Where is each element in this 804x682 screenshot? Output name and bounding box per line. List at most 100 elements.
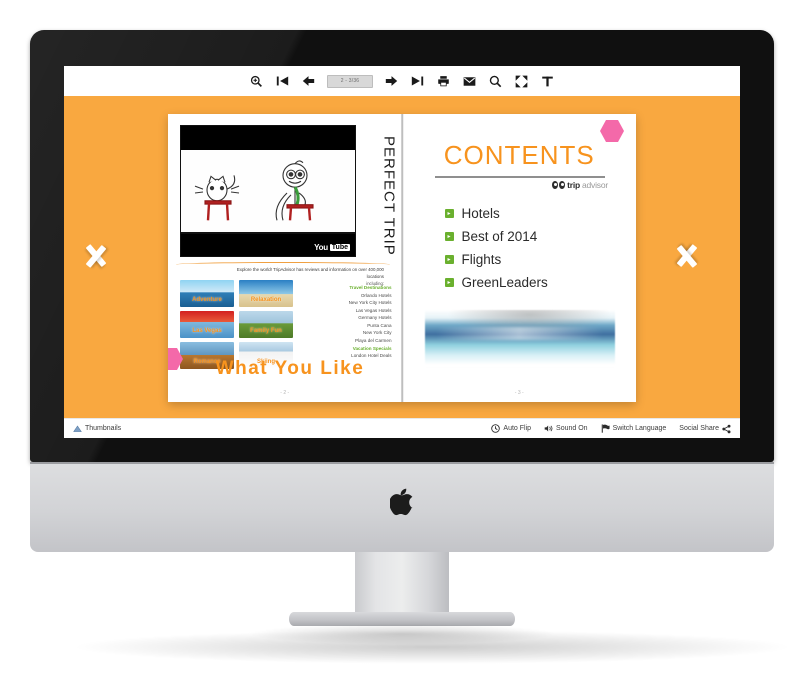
page-left[interactable]: You Tube PERFECT TRIP Explore the world!… (168, 114, 403, 402)
previous-page-arrow[interactable] (74, 223, 120, 291)
page-number-left: - 2 - (280, 390, 290, 396)
list-item[interactable]: Punta Cana (296, 322, 391, 330)
video-frame (181, 150, 355, 234)
youtube-logo-badge: Tube (329, 244, 350, 251)
previous-page-icon[interactable] (301, 74, 316, 89)
thumbnail-image[interactable]: Relaxation (239, 280, 293, 307)
owl-icon (552, 181, 566, 189)
page-right[interactable]: CONTENTS trip advisor ▸ Hotels ▸ Best of… (402, 114, 636, 402)
chevron-right-icon (676, 235, 719, 279)
print-icon[interactable] (436, 74, 451, 89)
auto-flip-label: Auto Flip (503, 425, 532, 432)
contents-item[interactable]: ▸ Flights (444, 252, 548, 267)
zoom-in-icon[interactable] (249, 74, 264, 89)
youtube-video-embed[interactable]: You Tube (180, 125, 356, 257)
title-divider (434, 176, 605, 178)
monitor-stand-neck (355, 552, 449, 612)
flipbook-statusbar: Thumbnails Auto Flip Sound On Switch Lan… (64, 418, 740, 438)
list-item[interactable]: Germany Hotels (296, 314, 391, 322)
cartoon-illustration (194, 160, 314, 221)
thumbnail-caption: Las Vegas (192, 328, 222, 334)
list-item[interactable]: New York City (296, 329, 392, 337)
contents-item-label: Hotels (461, 206, 500, 221)
bullet-square-icon: ▸ (444, 209, 454, 218)
tripadvisor-logo: trip advisor (552, 180, 608, 190)
contents-item-label: Flights (461, 252, 502, 267)
what-you-like-headline: What You Like (215, 358, 365, 379)
thumbnail-image[interactable]: Family Fun (239, 311, 293, 338)
social-share-button[interactable]: Social Share (679, 424, 731, 433)
list-item[interactable]: Las Vegas Hotels (296, 307, 392, 315)
list-item[interactable]: New York City Hotels (296, 299, 392, 307)
toolbar-icon-group: 2 - 3/36 (249, 74, 555, 89)
flag-icon (601, 424, 610, 433)
search-icon[interactable] (488, 74, 503, 89)
contents-item-label: Best of 2014 (461, 229, 538, 244)
brand-name-light: advisor (581, 180, 608, 190)
last-page-icon[interactable] (410, 74, 425, 89)
list-item[interactable]: Orlando Hotels (296, 292, 392, 300)
apple-logo-icon (389, 488, 414, 516)
page-number-right: - 3 - (514, 390, 524, 396)
youtube-logo-text: You (314, 243, 328, 252)
thumbnail-image[interactable]: Adventure (180, 280, 234, 307)
switch-language-button[interactable]: Switch Language (601, 424, 667, 433)
screenshot-root: 2 - 3/36 You Tube PERFECT TRIP Explore t… (0, 0, 804, 682)
bullet-square-icon: ▸ (444, 255, 454, 264)
stand-shadow (252, 624, 552, 644)
thumbnail-caption: Relaxation (250, 297, 282, 303)
thumbnails-button[interactable]: Thumbnails (73, 424, 121, 433)
fullscreen-icon[interactable] (514, 74, 529, 89)
list-item[interactable]: Vacation Specials (296, 345, 392, 353)
text-select-icon[interactable] (540, 74, 555, 89)
first-page-icon[interactable] (275, 74, 290, 89)
perfect-trip-vertical-title: PERFECT TRIP (380, 136, 398, 256)
page-title: CONTENTS (443, 140, 595, 170)
youtube-logo: You Tube (314, 243, 350, 252)
flipbook-toolbar: 2 - 3/36 (64, 66, 740, 97)
next-page-arrow[interactable] (676, 223, 730, 291)
book-spine (401, 114, 404, 402)
sound-button[interactable]: Sound On (544, 424, 588, 433)
contents-item-label: GreenLeaders (461, 275, 548, 290)
list-item[interactable]: Travel Destinations (296, 284, 391, 292)
thumbnail-caption: Family Fun (250, 328, 282, 334)
chevron-left-icon (85, 235, 109, 279)
contents-list: ▸ Hotels ▸ Best of 2014 ▸ Flights ▸ Gree… (444, 206, 548, 298)
video-letterbox-top (181, 126, 355, 150)
auto-flip-button[interactable]: Auto Flip (491, 424, 531, 433)
ocean-photo (424, 310, 615, 368)
statusbar-right-group: Auto Flip Sound On Switch Language Socia… (491, 424, 731, 433)
clock-icon (491, 424, 501, 433)
contents-item[interactable]: ▸ Hotels (444, 206, 548, 221)
destination-list: Travel Destinations Orlando Hotels New Y… (296, 284, 392, 360)
contents-item[interactable]: ▸ GreenLeaders (444, 275, 548, 290)
list-item[interactable]: Playa del Carmen (296, 337, 392, 345)
thumbnails-icon (73, 424, 82, 433)
monitor-bezel: 2 - 3/36 You Tube PERFECT TRIP Explore t… (30, 30, 774, 462)
chin-top-edge (30, 462, 774, 464)
page-indicator[interactable]: 2 - 3/36 (327, 74, 373, 88)
thumbnail-grid: Adventure Relaxation Las Vegas Family Fu… (180, 280, 296, 369)
bullet-square-icon: ▸ (444, 232, 454, 241)
switch-language-label: Switch Language (612, 425, 667, 432)
brand-name-bold: trip (567, 180, 580, 190)
thumbnails-label: Thumbnails (85, 425, 122, 432)
email-icon[interactable] (462, 74, 477, 89)
bullet-square-icon: ▸ (444, 278, 454, 287)
next-page-icon[interactable] (384, 74, 399, 89)
hexagon-decoration-right (600, 120, 624, 142)
thumbnail-image[interactable]: Las Vegas (180, 311, 234, 338)
intro-text: Explore the world! TripAdvisor has revie… (236, 267, 384, 280)
social-share-label: Social Share (679, 425, 719, 432)
speaker-icon (544, 424, 553, 433)
statusbar-left-group: Thumbnails (73, 424, 121, 433)
contents-item[interactable]: ▸ Best of 2014 (444, 229, 548, 244)
sound-label: Sound On (556, 425, 588, 432)
flipbook-spread[interactable]: You Tube PERFECT TRIP Explore the world!… (168, 114, 636, 402)
screen: 2 - 3/36 You Tube PERFECT TRIP Explore t… (64, 66, 740, 438)
flipbook-viewer: You Tube PERFECT TRIP Explore the world!… (64, 96, 740, 418)
imac-computer: 2 - 3/36 You Tube PERFECT TRIP Explore t… (30, 30, 794, 664)
monitor-chin (30, 462, 774, 552)
thumbnail-caption: Adventure (192, 297, 222, 303)
